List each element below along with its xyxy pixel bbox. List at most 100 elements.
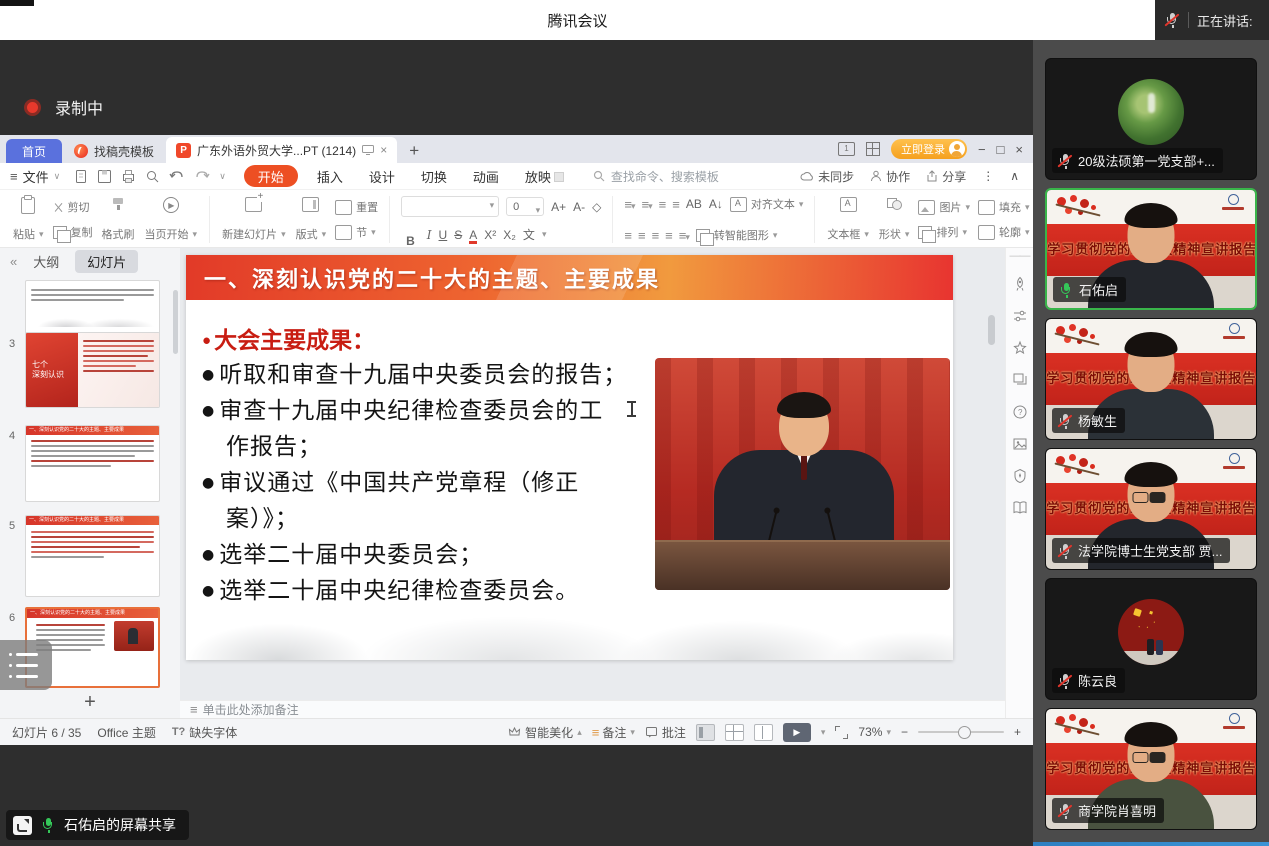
- book-icon[interactable]: [1012, 500, 1028, 516]
- zoom-out-button[interactable]: −: [901, 725, 908, 739]
- copy-button[interactable]: 复制: [53, 224, 93, 240]
- missing-font-warning[interactable]: T? 缺失字体: [172, 724, 237, 741]
- tab-docer[interactable]: 找稿壳模板: [62, 139, 166, 163]
- decrease-indent-button[interactable]: ≡: [659, 197, 666, 212]
- slideshow-play-button[interactable]: ▶: [783, 723, 811, 742]
- close-tab-icon[interactable]: ×: [380, 143, 387, 157]
- increase-indent-button[interactable]: ≡: [672, 197, 679, 212]
- text-direction-button[interactable]: AB: [686, 197, 702, 211]
- magic-star-icon[interactable]: [1012, 340, 1028, 356]
- font-size-select[interactable]: 0: [506, 197, 544, 216]
- format-painter-button[interactable]: 格式刷: [97, 194, 140, 245]
- chevron-down-icon[interactable]: ∨: [219, 171, 226, 182]
- paste-button[interactable]: 粘贴▾: [8, 194, 49, 245]
- duplicate-slide-icon[interactable]: [1012, 372, 1028, 388]
- align-center-button[interactable]: ≡: [638, 228, 645, 243]
- play-options-icon[interactable]: ▾: [821, 727, 826, 738]
- command-search[interactable]: 查找命令、搜索模板: [593, 168, 719, 185]
- picture-button[interactable]: 图片▾: [918, 199, 970, 215]
- tab-slides[interactable]: 幻灯片: [75, 250, 138, 273]
- more-menu-icon[interactable]: ⋮: [982, 169, 994, 183]
- collapse-panel-icon[interactable]: «: [10, 254, 17, 269]
- superscript-button[interactable]: X²: [484, 228, 496, 242]
- section-button[interactable]: 节▾: [335, 224, 378, 240]
- image-panel-icon[interactable]: [1012, 436, 1028, 452]
- redo-icon[interactable]: [194, 169, 210, 183]
- menu-slideshow[interactable]: 放映: [525, 167, 564, 186]
- menu-design[interactable]: 设计: [369, 167, 395, 186]
- underline-button[interactable]: U: [439, 228, 448, 242]
- slide-thumb-4[interactable]: 一、深刻认识党的二十大的主题、主要成果: [25, 425, 160, 502]
- new-slide-button[interactable]: 新建幻灯片▾: [217, 194, 291, 245]
- notes-toggle[interactable]: ≡ 备注▾: [592, 724, 635, 741]
- ai-rocket-icon[interactable]: [1012, 276, 1028, 292]
- align-right-button[interactable]: ≡: [652, 228, 659, 243]
- tab-outline[interactable]: 大纲: [33, 252, 59, 271]
- new-tab-button[interactable]: +: [409, 139, 419, 163]
- theme-name[interactable]: Office 主题: [97, 724, 155, 741]
- zoom-in-button[interactable]: +: [1014, 725, 1021, 739]
- smart-graphic-button[interactable]: 转智能图形▾: [696, 227, 778, 243]
- normal-view-button[interactable]: [696, 724, 715, 741]
- canvas-scrollbar[interactable]: [988, 253, 995, 700]
- menu-insert[interactable]: 插入: [317, 167, 343, 186]
- bold-button[interactable]: B: [406, 234, 415, 236]
- window-grid-icon[interactable]: [866, 142, 880, 156]
- zoom-level[interactable]: 73%▾: [858, 725, 891, 739]
- participant-tile[interactable]: 陈云良: [1045, 578, 1257, 700]
- save-icon[interactable]: [97, 169, 112, 184]
- char-effects-button[interactable]: 文: [523, 226, 535, 243]
- increase-font-button[interactable]: A+: [551, 200, 566, 214]
- slide-sorter-view-button[interactable]: [725, 724, 744, 741]
- help-circle-icon[interactable]: ?: [1012, 404, 1028, 420]
- collapse-ribbon-icon[interactable]: ∧: [1010, 169, 1019, 183]
- shapes-button[interactable]: 形状▾: [874, 194, 915, 245]
- slide-thumb-3[interactable]: 七个深刻认识: [25, 332, 160, 408]
- italic-button[interactable]: I: [427, 228, 432, 242]
- decrease-font-button[interactable]: A-: [573, 200, 585, 214]
- menu-transition[interactable]: 切换: [421, 167, 447, 186]
- reset-button[interactable]: 重置: [335, 199, 378, 215]
- login-button[interactable]: 立即登录: [891, 139, 967, 159]
- fill-button[interactable]: 填充▾: [978, 199, 1030, 215]
- strikethrough-button[interactable]: S: [454, 228, 462, 242]
- panel-scrollbar[interactable]: [173, 290, 178, 354]
- justify-button[interactable]: ≡: [665, 228, 672, 243]
- align-left-button[interactable]: ≡: [624, 228, 631, 243]
- participant-tile[interactable]: 学习贯彻党的二十大精神宣讲报告 杨敏生: [1045, 318, 1257, 440]
- play-from-current-button[interactable]: ▶ 当页开始▾: [140, 194, 203, 245]
- tab-document-active[interactable]: P 广东外语外贸大学...PT (1214) ×: [166, 137, 397, 163]
- tab-home[interactable]: 首页: [6, 139, 62, 163]
- print-preview-icon[interactable]: [145, 169, 160, 184]
- close-button[interactable]: ×: [1015, 142, 1023, 157]
- menu-start-active[interactable]: 开始: [244, 165, 298, 187]
- rail-handle[interactable]: ——: [1010, 252, 1030, 260]
- new-doc-icon[interactable]: [74, 169, 88, 184]
- sync-status[interactable]: 未同步: [800, 168, 854, 185]
- subscript-button[interactable]: X₂: [503, 228, 516, 242]
- badge-icon[interactable]: [1012, 468, 1028, 484]
- add-slide-button[interactable]: +: [0, 691, 180, 714]
- font-color-button[interactable]: A: [469, 228, 477, 242]
- slide-thumb-2[interactable]: [25, 280, 160, 338]
- participant-tile[interactable]: 学习贯彻党的二十大精神宣讲报告 法学院博士生党支部 贾...: [1045, 448, 1257, 570]
- text-box-button[interactable]: 文本框▾: [822, 194, 874, 245]
- layout-button[interactable]: 版式▾: [291, 194, 332, 245]
- distribute-button[interactable]: ≡▾: [679, 228, 689, 243]
- settings-sliders-icon[interactable]: [1012, 308, 1028, 324]
- print-icon[interactable]: [121, 169, 136, 184]
- notes-bar[interactable]: ≡ 单击此处添加备注: [180, 700, 1005, 718]
- fit-slide-icon[interactable]: [835, 726, 848, 739]
- font-family-select[interactable]: [401, 196, 499, 217]
- reading-view-button[interactable]: [754, 724, 773, 741]
- undo-icon[interactable]: [169, 169, 185, 183]
- comments-toggle[interactable]: 批注: [645, 724, 686, 741]
- share-button[interactable]: 分享: [926, 168, 966, 185]
- cut-button[interactable]: 剪切: [53, 199, 93, 215]
- participant-tile[interactable]: 学习贯彻党的二十大精神宣讲报告 商学院肖喜明: [1045, 708, 1257, 830]
- align-text-button[interactable]: 对齐文本▾: [730, 196, 804, 212]
- restore-button[interactable]: □: [997, 142, 1005, 157]
- line-spacing-button[interactable]: A↓: [709, 197, 723, 211]
- slide-canvas[interactable]: 一、深刻认识党的二十大的主题、主要成果 大会主要成果： 听取和审查十九届中央委员…: [180, 248, 1005, 700]
- arrange-button[interactable]: 排列▾: [918, 224, 970, 240]
